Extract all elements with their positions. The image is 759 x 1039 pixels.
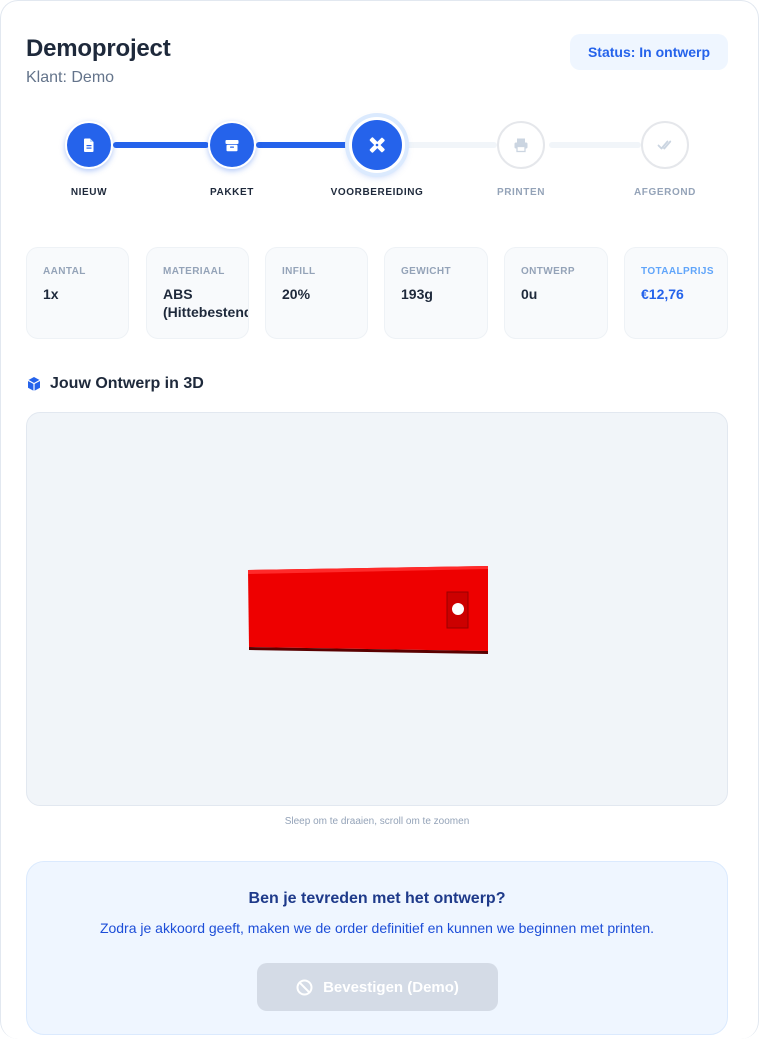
stat-materiaal: MATERIAAL ABS (Hittebestendig) <box>146 247 249 339</box>
client-name: Klant: Demo <box>26 69 115 86</box>
stat-value-line-1: ABS <box>163 286 193 302</box>
stat-value: €12,76 <box>641 286 684 302</box>
ban-icon <box>296 979 313 995</box>
viewer-section-title: Jouw Ontwerp in 3D <box>26 375 204 393</box>
page-title: Demoproject <box>26 35 171 62</box>
package-icon <box>225 140 239 152</box>
model-hole <box>452 603 464 615</box>
stat-infill: INFILL 20% <box>265 247 368 339</box>
step-afgerond <box>641 121 689 169</box>
step-label-pakket: PAKKET <box>210 187 254 198</box>
step-connector-2 <box>256 142 351 148</box>
printer-icon <box>514 138 528 153</box>
stat-ontwerp: ONTWERP 0u <box>504 247 608 339</box>
step-label-printen: PRINTEN <box>496 187 546 198</box>
stat-gewicht: GEWICHT 193g <box>384 247 488 339</box>
stat-value: 193g <box>401 286 433 302</box>
stat-label: INFILL <box>282 266 316 277</box>
step-pakket <box>208 121 256 169</box>
step-connector-1 <box>113 142 209 148</box>
step-printen <box>497 121 545 169</box>
confirm-panel: Ben je tevreden met het ontwerp? Zodra j… <box>26 861 728 1035</box>
3d-model <box>248 566 488 654</box>
viewer-title: Jouw Ontwerp in 3D <box>50 375 204 392</box>
stat-value: 0u <box>521 286 538 302</box>
step-label-afgerond: AFGEROND <box>633 187 697 198</box>
step-connector-3 <box>404 142 497 148</box>
stat-aantal: AANTAL 1x <box>26 247 129 339</box>
confirm-text: Zodra je akkoord geeft, maken we de orde… <box>99 920 655 936</box>
step-voorbereiding <box>349 117 405 173</box>
stat-value: ABS (Hittebestendig) <box>163 285 248 321</box>
stat-label: MATERIAAL <box>163 266 225 277</box>
confirm-question: Ben je tevreden met het ontwerp? <box>248 890 506 907</box>
stat-label: GEWICHT <box>401 266 452 277</box>
viewer-hint: Sleep om te draaien, scroll om te zoomen <box>284 816 470 827</box>
double-check-icon <box>657 140 672 150</box>
design-tools-icon <box>369 137 385 153</box>
cube-icon <box>27 377 41 391</box>
step-label-voorbereiding: VOORBEREIDING <box>330 187 424 198</box>
stat-label: AANTAL <box>43 266 86 277</box>
step-label-nieuw: NIEUW <box>70 187 108 198</box>
stat-value: 20% <box>282 286 311 302</box>
status-badge: Status: In ontwerp <box>570 34 728 70</box>
stat-label: TOTAALPRIJS <box>641 266 714 277</box>
document-icon <box>84 138 94 152</box>
confirm-button-label: Bevestigen (Demo) <box>323 978 459 996</box>
project-card: Demoproject Klant: Demo Status: In ontwe… <box>0 0 759 1039</box>
stat-value: 1x <box>43 286 59 302</box>
step-nieuw <box>65 121 113 169</box>
stat-value-line-2: (Hittebestendig) <box>163 304 248 320</box>
stat-totaalprijs: TOTAALPRIJS €12,76 <box>624 247 728 339</box>
stat-label: ONTWERP <box>521 266 575 277</box>
3d-viewer-canvas[interactable] <box>26 412 728 806</box>
step-connector-4 <box>549 142 641 148</box>
confirm-button[interactable]: Bevestigen (Demo) <box>257 963 498 1011</box>
